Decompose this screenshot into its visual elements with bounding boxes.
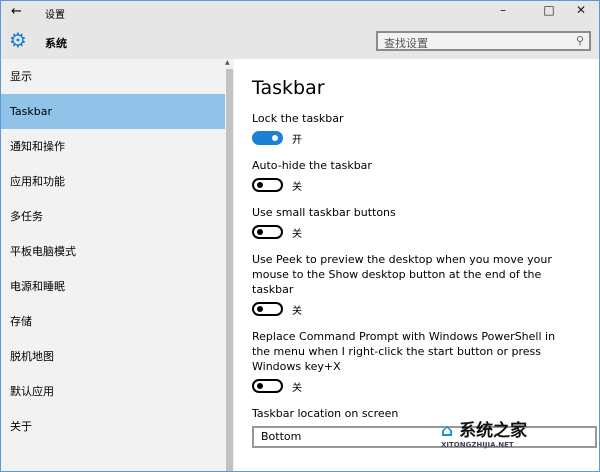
minimize-button[interactable]: – bbox=[488, 3, 518, 23]
setting-label: Use small taskbar buttons bbox=[252, 206, 396, 219]
sidebar-item-default-apps[interactable]: 默认应用 bbox=[1, 374, 234, 409]
window-title: 设置 bbox=[45, 10, 65, 21]
maximize-button[interactable]: □ bbox=[534, 3, 564, 23]
scroll-up-icon[interactable]: ▲ bbox=[225, 59, 230, 66]
setting-label: Auto-hide the taskbar bbox=[252, 159, 372, 172]
lock-taskbar-toggle[interactable] bbox=[252, 131, 283, 145]
watermark-logo: ⌂ 系统之家 XITONGZHIJIA.NET bbox=[441, 421, 528, 449]
toggle-state: 关 bbox=[292, 382, 302, 394]
sidebar-item-tablet-mode[interactable]: 平板电脑模式 bbox=[1, 234, 234, 269]
small-buttons-toggle[interactable] bbox=[252, 225, 283, 239]
sidebar-scrollbar[interactable]: ▲ bbox=[225, 59, 234, 471]
page-title: 系统 bbox=[45, 37, 67, 50]
taskbar-location-dropdown[interactable]: Bottom bbox=[252, 426, 597, 448]
back-arrow-icon[interactable]: ← bbox=[11, 4, 22, 19]
settings-window: ← 设置 – □ ✕ ⚙ 系统 查找设置 ⚲ 显示 Taskbar 通知和操作 … bbox=[0, 0, 600, 472]
search-placeholder: 查找设置 bbox=[384, 37, 428, 50]
sidebar-item-multitasking[interactable]: 多任务 bbox=[1, 199, 234, 234]
auto-hide-toggle[interactable] bbox=[252, 178, 283, 192]
gear-icon: ⚙ bbox=[9, 28, 27, 52]
scrollbar-thumb[interactable] bbox=[226, 69, 233, 471]
sidebar-item-display[interactable]: 显示 bbox=[1, 59, 234, 94]
sidebar-item-apps[interactable]: 应用和功能 bbox=[1, 164, 234, 199]
search-input[interactable]: 查找设置 ⚲ bbox=[376, 31, 591, 51]
setting-label: Replace Command Prompt with Windows Powe… bbox=[252, 330, 556, 373]
toggle-state: 关 bbox=[292, 181, 302, 193]
sidebar-item-about[interactable]: 关于 bbox=[1, 409, 234, 444]
sidebar-item-notifications[interactable]: 通知和操作 bbox=[1, 129, 234, 164]
close-button[interactable]: ✕ bbox=[566, 3, 596, 23]
section-title: Taskbar bbox=[252, 77, 325, 99]
sidebar-item-power[interactable]: 电源和睡眠 bbox=[1, 269, 234, 304]
peek-toggle[interactable] bbox=[252, 302, 283, 316]
search-icon[interactable]: ⚲ bbox=[576, 34, 584, 47]
sidebar-item-offline-maps[interactable]: 脱机地图 bbox=[1, 339, 234, 374]
location-label: Taskbar location on screen bbox=[252, 407, 399, 420]
powershell-toggle[interactable] bbox=[252, 379, 283, 393]
toggle-state: 关 bbox=[292, 305, 302, 317]
sidebar: 显示 Taskbar 通知和操作 应用和功能 多任务 平板电脑模式 电源和睡眠 … bbox=[1, 59, 234, 471]
page-header: ⚙ 系统 查找设置 ⚲ bbox=[1, 25, 599, 59]
toggle-state: 开 bbox=[292, 134, 302, 146]
main-content: Taskbar Lock the taskbar 开 Auto-hide the… bbox=[252, 59, 599, 448]
toggle-state: 关 bbox=[292, 228, 302, 240]
setting-label: Lock the taskbar bbox=[252, 112, 344, 125]
sidebar-item-storage[interactable]: 存储 bbox=[1, 304, 234, 339]
setting-label: Use Peek to preview the desktop when you… bbox=[252, 253, 552, 296]
title-bar: ← 设置 – □ ✕ bbox=[1, 1, 599, 25]
sidebar-item-taskbar[interactable]: Taskbar bbox=[1, 94, 234, 129]
